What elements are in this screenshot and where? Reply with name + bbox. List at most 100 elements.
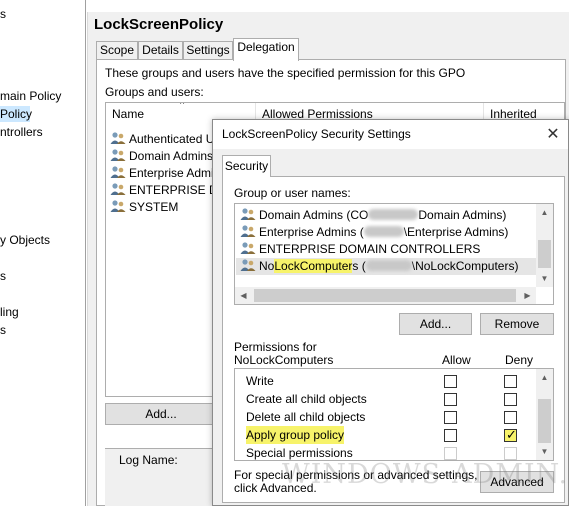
tree-item[interactable]: ntrollers xyxy=(0,124,43,140)
permissions-for-label: Permissions for NoLockComputers xyxy=(234,341,333,367)
permissions-vertical-scrollbar[interactable]: ▲ ▼ xyxy=(536,369,553,460)
permission-name: Special permissions xyxy=(246,446,353,460)
users-horizontal-scrollbar[interactable]: ◀ ▶ xyxy=(235,287,536,304)
advanced-button[interactable]: Advanced xyxy=(480,471,554,493)
allow-checkbox[interactable] xyxy=(444,375,457,388)
tab-delegation[interactable]: Delegation xyxy=(233,38,299,61)
scroll-down-icon[interactable]: ▼ xyxy=(536,443,553,460)
group-user-names-label: Group or user names: xyxy=(234,186,351,200)
tree-item[interactable]: s xyxy=(0,322,6,338)
dialog-titlebar[interactable]: LockScreenPolicy Security Settings ✕ xyxy=(213,120,568,149)
special-permissions-text: For special permissions or advanced sett… xyxy=(234,469,477,495)
log-name-label: Log Name: xyxy=(119,453,178,467)
redacted-text xyxy=(363,226,404,237)
user-name-part: \Enterprise Admins) xyxy=(403,225,509,239)
scroll-right-icon[interactable]: ▶ xyxy=(519,287,536,304)
special-permissions-line: click Advanced. xyxy=(234,481,317,495)
users-icon xyxy=(240,224,256,238)
user-row-selected[interactable]: NoLockComputers (\NoLockComputers) xyxy=(236,258,536,275)
scroll-thumb[interactable] xyxy=(538,399,551,443)
tree-item-label: y Objects xyxy=(0,233,51,247)
tab-settings[interactable]: Settings xyxy=(183,41,233,60)
deny-checkbox[interactable] xyxy=(504,375,517,388)
users-icon xyxy=(110,199,126,213)
tree-item-label: s xyxy=(0,7,6,21)
tree-item[interactable]: s xyxy=(0,268,6,284)
redacted-text xyxy=(365,260,412,271)
highlighted-text: LockComputer xyxy=(274,259,353,273)
allow-checkbox[interactable] xyxy=(444,393,457,406)
users-vertical-scrollbar[interactable]: ▲ ▼ xyxy=(536,204,553,287)
user-name-part: Domain Admins (CO xyxy=(259,208,369,222)
user-row[interactable]: Domain Admins (CO Domain Admins) xyxy=(240,207,506,224)
tab-details[interactable]: Details xyxy=(138,41,183,60)
scroll-up-icon[interactable]: ▲ xyxy=(536,204,553,221)
deny-column-header: Deny xyxy=(505,353,534,367)
gpo-title: LockScreenPolicy xyxy=(94,16,224,33)
tab-security[interactable]: Security xyxy=(222,155,271,177)
user-name-part: Domain Admins) xyxy=(418,208,507,222)
permission-name: Apply group policy xyxy=(246,426,345,444)
tab-scope[interactable]: Scope xyxy=(96,41,138,60)
group-row[interactable]: ENTERPRISE DO xyxy=(110,182,227,199)
add-group-button[interactable]: Add... xyxy=(105,403,217,425)
deny-checkbox-checked[interactable] xyxy=(504,426,517,444)
permission-name: Delete all child objects xyxy=(246,410,366,424)
group-row[interactable]: Authenticated Use xyxy=(110,131,227,148)
users-icon xyxy=(240,241,256,255)
permissions-list[interactable]: Write Create all child objects Delete al… xyxy=(234,368,554,461)
permission-row: Special permissions xyxy=(235,444,535,460)
close-icon[interactable]: ✕ xyxy=(538,120,568,149)
scroll-up-icon[interactable]: ▲ xyxy=(536,369,553,386)
permission-name: Create all child objects xyxy=(246,392,367,406)
tree-item-label: main Policy xyxy=(0,89,62,103)
user-name-part: s ( xyxy=(352,259,366,273)
groups-label: Groups and users: xyxy=(105,85,204,99)
scroll-thumb[interactable] xyxy=(538,240,551,268)
security-tab-content: Group or user names: Domain Admins (CO Do… xyxy=(222,176,565,503)
users-icon xyxy=(110,182,126,196)
delegation-description: These groups and users have the specifie… xyxy=(105,66,466,80)
scroll-down-icon[interactable]: ▼ xyxy=(536,270,553,287)
user-row[interactable]: Enterprise Admins ( \Enterprise Admins) xyxy=(240,224,508,241)
left-tree-pane: s main Policy Policy ntrollers y Objects… xyxy=(0,0,86,506)
users-icon xyxy=(110,165,126,179)
tree-item-label: s xyxy=(0,269,6,283)
allow-checkbox[interactable] xyxy=(444,411,457,424)
users-icon xyxy=(110,131,126,145)
group-row[interactable]: SYSTEM xyxy=(110,199,178,216)
allow-checkbox[interactable] xyxy=(444,429,457,442)
permission-row: Write xyxy=(235,372,535,390)
permission-row-highlighted: Apply group policy xyxy=(235,426,535,444)
group-row[interactable]: Enterprise Admins xyxy=(110,165,226,182)
scroll-left-icon[interactable]: ◀ xyxy=(235,287,252,304)
users-icon xyxy=(240,258,256,272)
allow-column-header: Allow xyxy=(442,353,471,367)
security-settings-dialog: LockScreenPolicy Security Settings ✕ Sec… xyxy=(212,119,569,506)
tree-item[interactable]: main Policy xyxy=(0,88,61,104)
deny-checkbox-disabled xyxy=(504,447,517,460)
users-icon xyxy=(240,207,256,221)
user-row[interactable]: ENTERPRISE DOMAIN CONTROLLERS xyxy=(240,241,480,258)
add-button[interactable]: Add... xyxy=(399,313,472,335)
tree-item[interactable]: ling xyxy=(0,304,19,320)
user-name-part: No xyxy=(259,259,275,273)
tree-item[interactable]: y Objects xyxy=(0,232,50,248)
permission-row: Create all child objects xyxy=(235,390,535,408)
deny-checkbox[interactable] xyxy=(504,411,517,424)
scroll-thumb[interactable] xyxy=(254,289,516,302)
group-name: SYSTEM xyxy=(129,200,179,214)
redacted-text xyxy=(368,209,419,220)
tree-item-selected[interactable]: Policy xyxy=(0,106,33,122)
permissions-principal-name: NoLockComputers xyxy=(234,353,334,367)
deny-checkbox[interactable] xyxy=(504,393,517,406)
tree-item-label: ling xyxy=(0,305,19,319)
user-name-part: Enterprise Admins ( xyxy=(259,225,364,239)
tree-item[interactable]: s xyxy=(0,6,6,22)
tree-item-label: Policy xyxy=(0,107,33,121)
group-user-names-list[interactable]: Domain Admins (CO Domain Admins) Enterpri… xyxy=(234,203,554,305)
tree-item-label: s xyxy=(0,323,6,337)
remove-button[interactable]: Remove xyxy=(480,313,554,335)
user-name-part: ENTERPRISE DOMAIN CONTROLLERS xyxy=(259,242,481,256)
tree-item-label: ntrollers xyxy=(0,125,43,139)
